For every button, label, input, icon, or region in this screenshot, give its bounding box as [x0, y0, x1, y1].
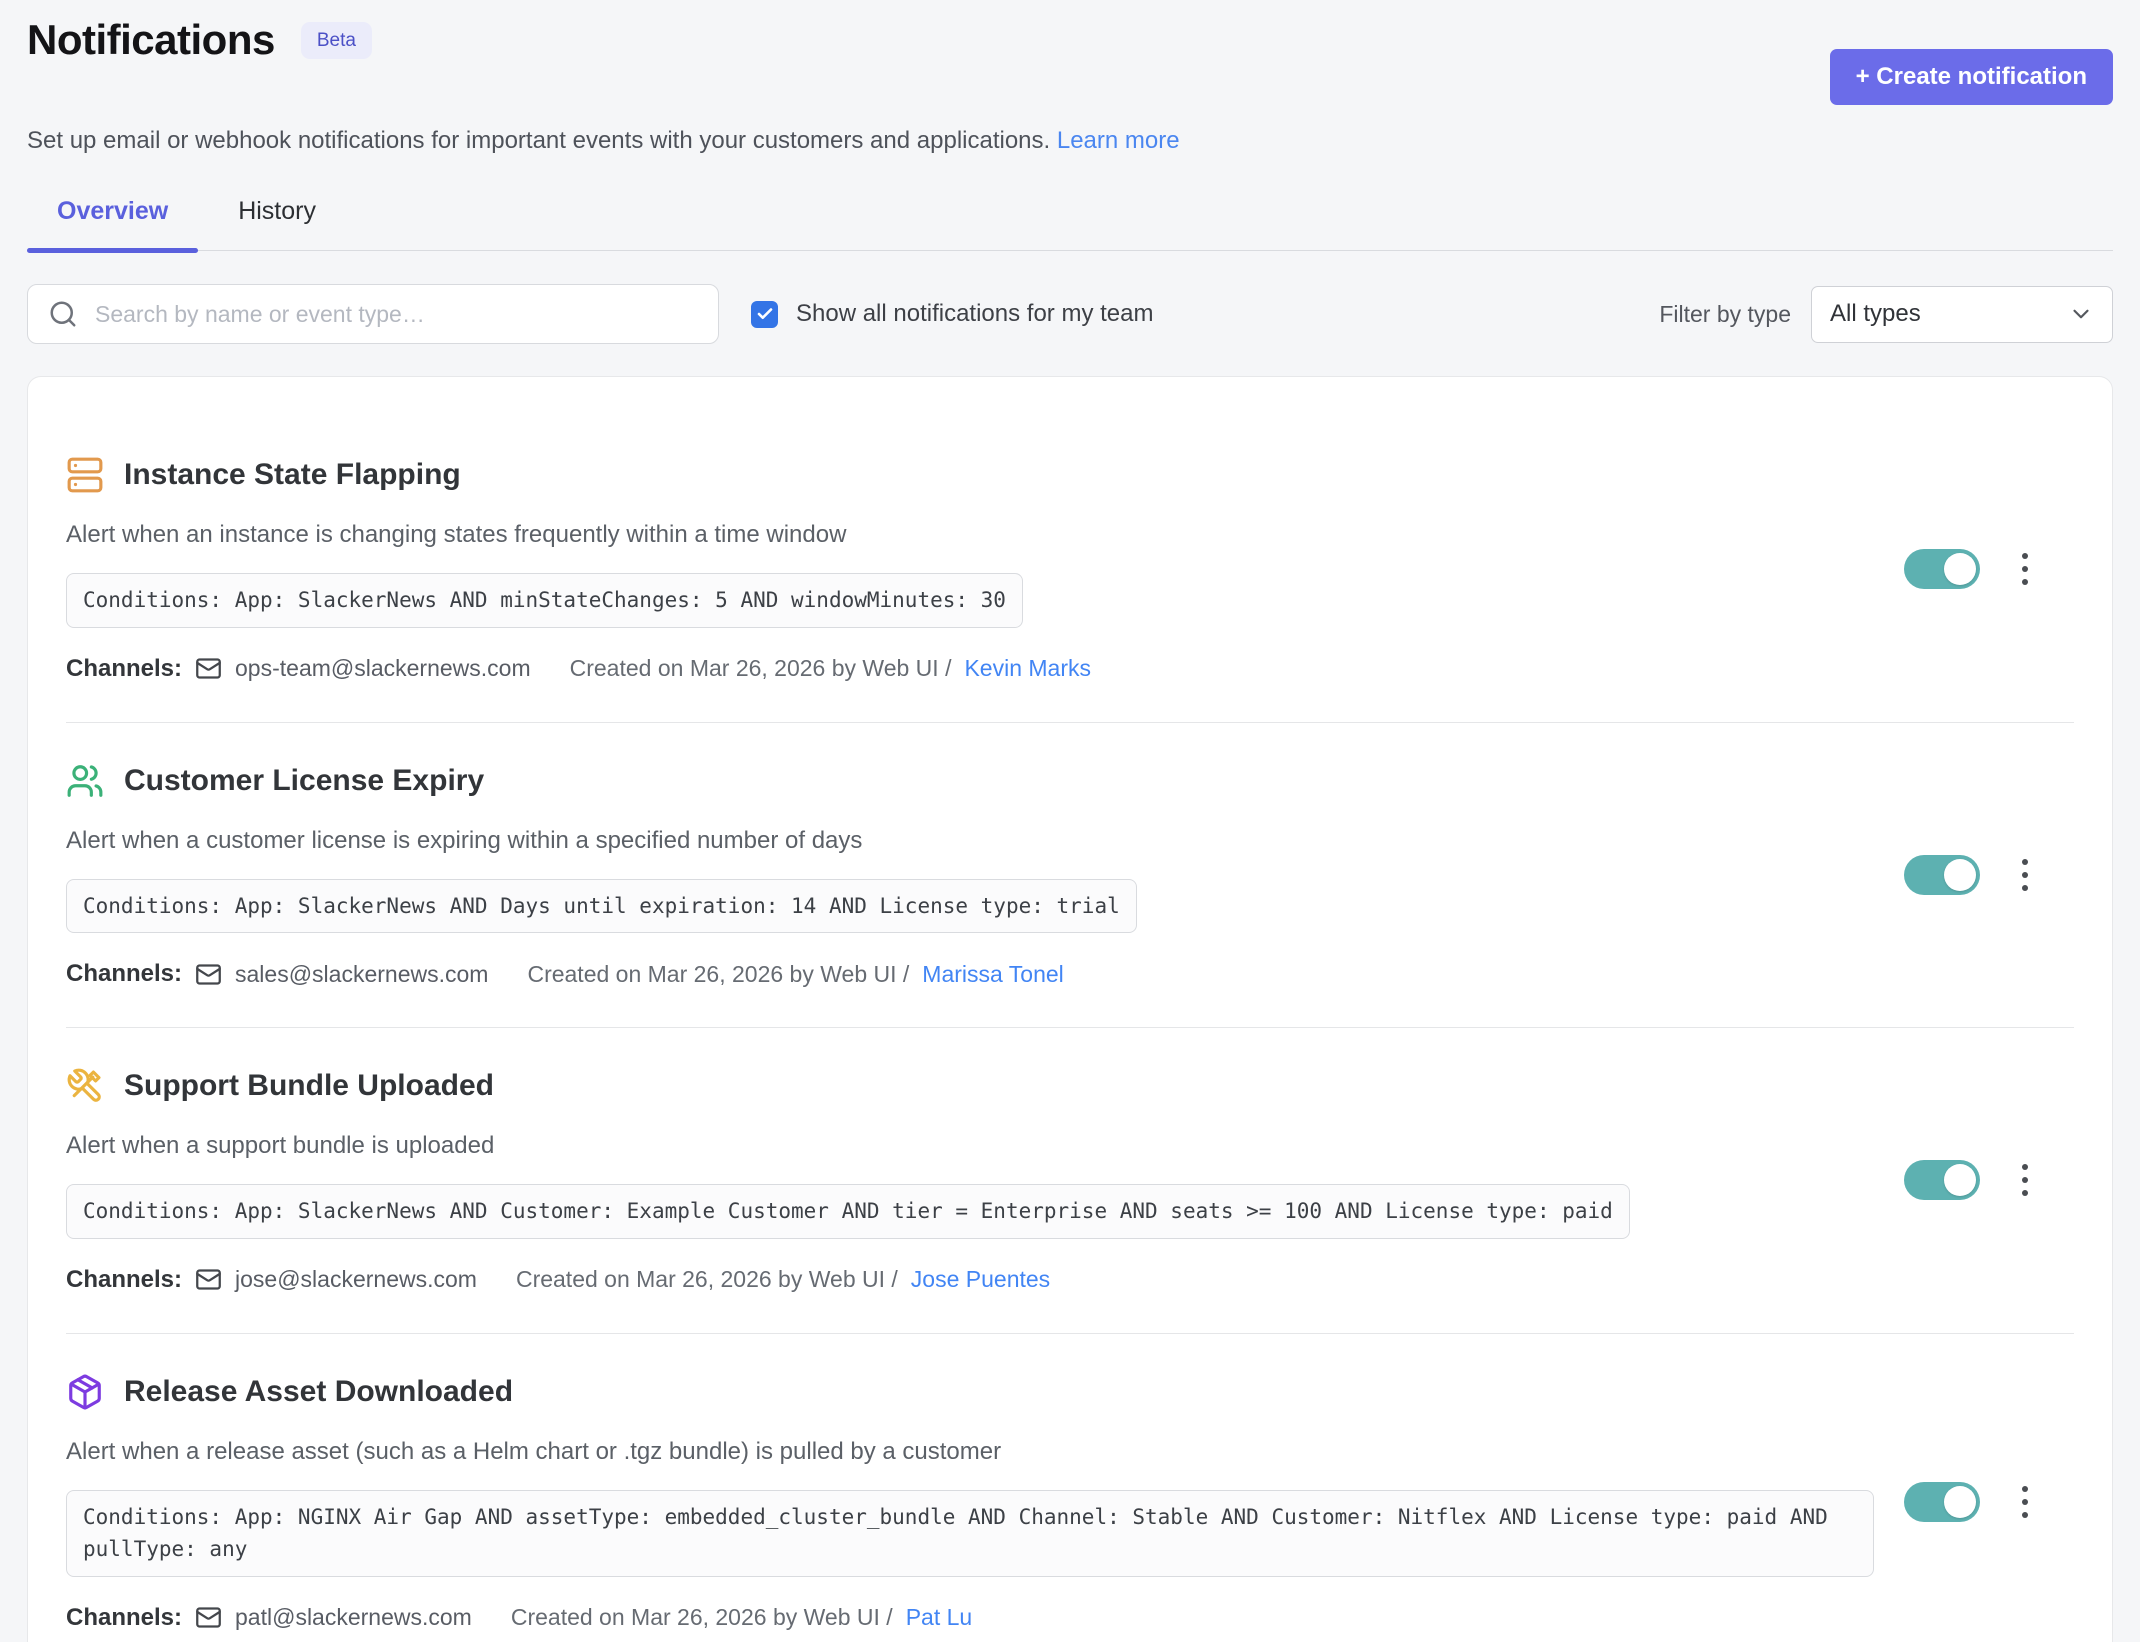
users-icon: [66, 762, 104, 800]
notification-title: Customer License Expiry: [124, 764, 484, 798]
filter-by-type-label: Filter by type: [1659, 301, 1791, 328]
notification-title: Instance State Flapping: [124, 458, 461, 492]
enabled-toggle[interactable]: [1904, 1160, 1980, 1200]
author-link[interactable]: Kevin Marks: [964, 655, 1091, 682]
channel-email: jose@slackernews.com: [235, 1266, 477, 1293]
page-title: Notifications: [27, 16, 275, 64]
beta-badge: Beta: [301, 22, 372, 59]
mail-icon: [195, 961, 222, 988]
mail-icon: [195, 1604, 222, 1631]
notifications-list: Instance State Flapping Alert when an in…: [27, 376, 2113, 1642]
page-subtitle: Set up email or webhook notifications fo…: [27, 127, 2113, 155]
created-text: Created on Mar 26, 2026 by Web UI /: [570, 655, 952, 682]
author-link[interactable]: Pat Lu: [906, 1604, 973, 1631]
search-icon: [48, 299, 78, 329]
package-icon: [66, 1373, 104, 1411]
filter-group: Filter by type All types: [1659, 286, 2113, 343]
kebab-menu-icon[interactable]: [2018, 1482, 2032, 1522]
conditions-box: Conditions: App: SlackerNews AND Days un…: [66, 879, 1137, 934]
chevron-down-icon: [2068, 301, 2094, 327]
controls-row: Show all notifications for my team Filte…: [27, 284, 2113, 344]
channels-label: Channels:: [66, 1266, 182, 1294]
notification-card: Support Bundle Uploaded Alert when a sup…: [28, 1028, 2112, 1333]
conditions-box: Conditions: App: NGINX Air Gap AND asset…: [66, 1490, 1874, 1577]
channels-label: Channels:: [66, 1604, 182, 1632]
mail-icon: [195, 1266, 222, 1293]
learn-more-link[interactable]: Learn more: [1057, 127, 1180, 154]
kebab-menu-icon[interactable]: [2018, 1160, 2032, 1200]
author-link[interactable]: Marissa Tonel: [922, 961, 1063, 988]
notification-card: Instance State Flapping Alert when an in…: [28, 417, 2112, 722]
tab-bar: Overview History: [27, 197, 2113, 251]
subtitle-text: Set up email or webhook notifications fo…: [27, 127, 1050, 154]
team-filter-checkbox[interactable]: Show all notifications for my team: [751, 300, 1153, 328]
notification-description: Alert when a release asset (such as a He…: [66, 1438, 1874, 1466]
checkbox-checked-icon[interactable]: [751, 301, 778, 328]
notification-description: Alert when an instance is changing state…: [66, 521, 1874, 549]
channels-label: Channels:: [66, 655, 182, 683]
tools-icon: [66, 1067, 104, 1105]
kebab-menu-icon[interactable]: [2018, 855, 2032, 895]
search-input[interactable]: [93, 300, 698, 329]
filter-type-select[interactable]: All types: [1811, 286, 2113, 343]
notification-card: Customer License Expiry Alert when a cus…: [28, 723, 2112, 1028]
page-header: Notifications Beta + Create notification: [27, 16, 2113, 105]
create-notification-button[interactable]: + Create notification: [1830, 49, 2113, 105]
notification-title: Support Bundle Uploaded: [124, 1069, 494, 1103]
conditions-box: Conditions: App: SlackerNews AND Custome…: [66, 1184, 1630, 1239]
search-box: [27, 284, 719, 344]
notification-description: Alert when a customer license is expirin…: [66, 827, 1874, 855]
created-text: Created on Mar 26, 2026 by Web UI /: [527, 961, 909, 988]
team-filter-label: Show all notifications for my team: [796, 300, 1153, 328]
channel-email: ops-team@slackernews.com: [235, 655, 531, 682]
kebab-menu-icon[interactable]: [2018, 549, 2032, 589]
mail-icon: [195, 655, 222, 682]
notification-description: Alert when a support bundle is uploaded: [66, 1132, 1874, 1160]
enabled-toggle[interactable]: [1904, 1482, 1980, 1522]
enabled-toggle[interactable]: [1904, 549, 1980, 589]
conditions-box: Conditions: App: SlackerNews AND minStat…: [66, 573, 1023, 628]
enabled-toggle[interactable]: [1904, 855, 1980, 895]
channels-row: Channels: sales@slackernews.com Created …: [66, 960, 1874, 988]
created-text: Created on Mar 26, 2026 by Web UI /: [511, 1604, 893, 1631]
channels-label: Channels:: [66, 960, 182, 988]
server-icon: [66, 456, 104, 494]
channel-email: sales@slackernews.com: [235, 961, 488, 988]
channels-row: Channels: ops-team@slackernews.com Creat…: [66, 655, 1874, 683]
tab-history[interactable]: History: [208, 197, 346, 250]
notification-title: Release Asset Downloaded: [124, 1375, 513, 1409]
author-link[interactable]: Jose Puentes: [911, 1266, 1050, 1293]
filter-type-value: All types: [1830, 300, 1921, 328]
created-text: Created on Mar 26, 2026 by Web UI /: [516, 1266, 898, 1293]
tab-overview[interactable]: Overview: [27, 197, 198, 250]
channel-email: patl@slackernews.com: [235, 1604, 472, 1631]
notification-card: Release Asset Downloaded Alert when a re…: [28, 1334, 2112, 1642]
notifications-page: Notifications Beta + Create notification…: [0, 0, 2140, 1642]
channels-row: Channels: patl@slackernews.com Created o…: [66, 1604, 1874, 1632]
channels-row: Channels: jose@slackernews.com Created o…: [66, 1266, 1874, 1294]
